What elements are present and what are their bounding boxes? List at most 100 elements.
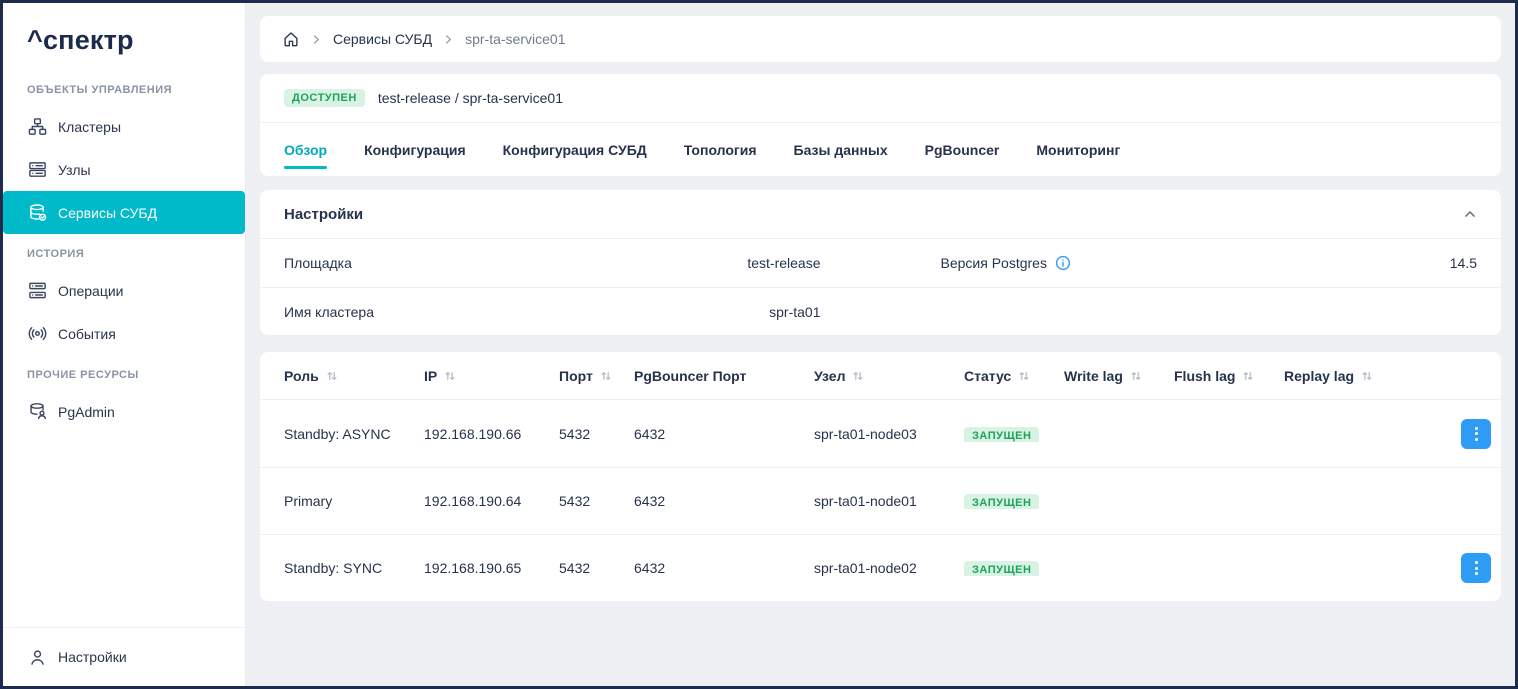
table-row: Primary 192.168.190.64 5432 6432 spr-ta0… — [260, 467, 1501, 534]
sidebar-section-other-resources: ПРОЧИЕ РЕСУРСЫ — [3, 355, 245, 390]
service-status-row: ДОСТУПЕН test-release / spr-ta-service01 — [260, 74, 1501, 123]
app-logo: ^спектр — [3, 25, 245, 56]
column-header-ip[interactable]: IP — [424, 368, 559, 384]
field-postgres-version: Версия Postgres 14.5 — [941, 239, 1478, 287]
row-actions-button[interactable] — [1461, 419, 1491, 449]
field-label: Площадка — [284, 255, 352, 271]
cell-status: ЗАПУЩЕН — [964, 493, 1064, 509]
cell-ip: 192.168.190.66 — [424, 426, 559, 442]
field-label: Версия Postgres — [941, 255, 1047, 271]
clusters-icon — [27, 117, 47, 137]
cell-pgbouncer-port: 6432 — [634, 493, 814, 509]
field-empty — [941, 288, 1478, 335]
sidebar-item-settings[interactable]: Настройки — [3, 627, 245, 686]
tab-topology[interactable]: Топология — [684, 123, 757, 176]
settings-panel: Настройки Площадка test-release Версия P… — [260, 190, 1501, 335]
sidebar-item-label: Операции — [58, 283, 124, 299]
tab-databases[interactable]: Базы данных — [794, 123, 888, 176]
tab-overview[interactable]: Обзор — [284, 123, 327, 176]
service-title: test-release / spr-ta-service01 — [378, 90, 563, 106]
cell-status: ЗАПУЩЕН — [964, 560, 1064, 576]
cell-ip: 192.168.190.65 — [424, 560, 559, 576]
sort-icon — [852, 370, 864, 382]
sidebar-item-label: PgAdmin — [58, 404, 115, 420]
breadcrumb-home-link[interactable] — [282, 30, 300, 48]
tab-configuration[interactable]: Конфигурация — [364, 123, 466, 176]
column-header-replay-lag[interactable]: Replay lag — [1284, 368, 1457, 384]
column-header-role[interactable]: Роль — [284, 368, 424, 384]
kebab-icon — [1475, 561, 1478, 564]
column-header-write-lag[interactable]: Write lag — [1064, 368, 1174, 384]
column-header-status[interactable]: Статус — [964, 368, 1064, 384]
sidebar-item-label: Сервисы СУБД — [58, 205, 157, 221]
sidebar-item-events[interactable]: События — [3, 312, 245, 355]
cell-actions — [1457, 419, 1491, 449]
sort-icon — [444, 370, 456, 382]
sort-icon — [1242, 370, 1254, 382]
sidebar-item-label: Узлы — [58, 162, 91, 178]
column-header-port[interactable]: Порт — [559, 368, 634, 384]
status-badge: ДОСТУПЕН — [284, 89, 365, 107]
tab-monitoring[interactable]: Мониторинг — [1036, 123, 1120, 176]
sidebar-item-label: Кластеры — [58, 119, 121, 135]
sidebar-item-dbms-services[interactable]: Сервисы СУБД — [3, 191, 245, 234]
sort-icon — [1361, 370, 1373, 382]
cell-port: 5432 — [559, 426, 634, 442]
sidebar-section-history: ИСТОРИЯ — [3, 234, 245, 269]
sort-icon — [1018, 370, 1030, 382]
kebab-icon — [1475, 427, 1478, 430]
cell-actions — [1457, 553, 1491, 583]
sidebar: ^спектр ОБЪЕКТЫ УПРАВЛЕНИЯ Кластеры Узлы… — [3, 3, 246, 686]
status-badge: ЗАПУЩЕН — [964, 427, 1039, 442]
nodes-table: Роль IP Порт PgBouncer Порт Узел — [260, 352, 1501, 601]
tab-dbms-configuration[interactable]: Конфигурация СУБД — [503, 123, 647, 176]
chevron-right-icon — [443, 34, 454, 45]
field-label: Имя кластера — [284, 304, 374, 320]
table-row: Standby: ASYNC 192.168.190.66 5432 6432 … — [260, 400, 1501, 467]
app-window: ^спектр ОБЪЕКТЫ УПРАВЛЕНИЯ Кластеры Узлы… — [0, 0, 1518, 689]
settings-panel-title: Настройки — [284, 206, 363, 223]
operations-icon — [27, 281, 47, 301]
sidebar-item-nodes[interactable]: Узлы — [3, 148, 245, 191]
broadcast-icon — [27, 324, 47, 344]
field-cluster-name: Имя кластера spr-ta01 — [284, 288, 821, 335]
cell-node: spr-ta01-node02 — [814, 560, 964, 576]
column-header-flush-lag[interactable]: Flush lag — [1174, 368, 1284, 384]
breadcrumb: Сервисы СУБД spr-ta-service01 — [260, 16, 1501, 62]
status-badge: ЗАПУЩЕН — [964, 561, 1039, 576]
settings-panel-header: Настройки — [260, 190, 1501, 239]
field-value: test-release — [747, 255, 820, 271]
pgadmin-icon — [27, 402, 47, 422]
cell-pgbouncer-port: 6432 — [634, 560, 814, 576]
cell-role: Primary — [284, 493, 424, 509]
chevron-up-icon — [1463, 207, 1477, 221]
tab-bar: Обзор Конфигурация Конфигурация СУБД Топ… — [260, 123, 1501, 176]
breadcrumb-item-dbms-services[interactable]: Сервисы СУБД — [333, 31, 432, 47]
nodes-icon — [27, 160, 47, 180]
chevron-right-icon — [311, 34, 322, 45]
row-actions-button[interactable] — [1461, 553, 1491, 583]
collapse-button[interactable] — [1463, 207, 1477, 221]
column-header-pgbouncer-port: PgBouncer Порт — [634, 368, 814, 384]
field-site: Площадка test-release — [284, 239, 821, 287]
cell-status: ЗАПУЩЕН — [964, 426, 1064, 442]
cell-port: 5432 — [559, 493, 634, 509]
settings-row: Имя кластера spr-ta01 — [260, 287, 1501, 335]
field-value: 14.5 — [1450, 255, 1477, 271]
cell-port: 5432 — [559, 560, 634, 576]
sidebar-item-clusters[interactable]: Кластеры — [3, 105, 245, 148]
table-header-row: Роль IP Порт PgBouncer Порт Узел — [260, 352, 1501, 400]
status-badge: ЗАПУЩЕН — [964, 494, 1039, 509]
sidebar-item-operations[interactable]: Операции — [3, 269, 245, 312]
cell-role: Standby: ASYNC — [284, 426, 424, 442]
column-header-node[interactable]: Узел — [814, 368, 964, 384]
tab-pgbouncer[interactable]: PgBouncer — [925, 123, 1000, 176]
sidebar-item-pgadmin[interactable]: PgAdmin — [3, 390, 245, 433]
cell-node: spr-ta01-node01 — [814, 493, 964, 509]
cell-ip: 192.168.190.64 — [424, 493, 559, 509]
user-icon — [27, 647, 47, 667]
sidebar-section-management-objects: ОБЪЕКТЫ УПРАВЛЕНИЯ — [3, 70, 245, 105]
info-icon[interactable] — [1055, 255, 1071, 271]
settings-row: Площадка test-release Версия Postgres 14… — [260, 239, 1501, 287]
sidebar-footer-label: Настройки — [58, 649, 127, 665]
